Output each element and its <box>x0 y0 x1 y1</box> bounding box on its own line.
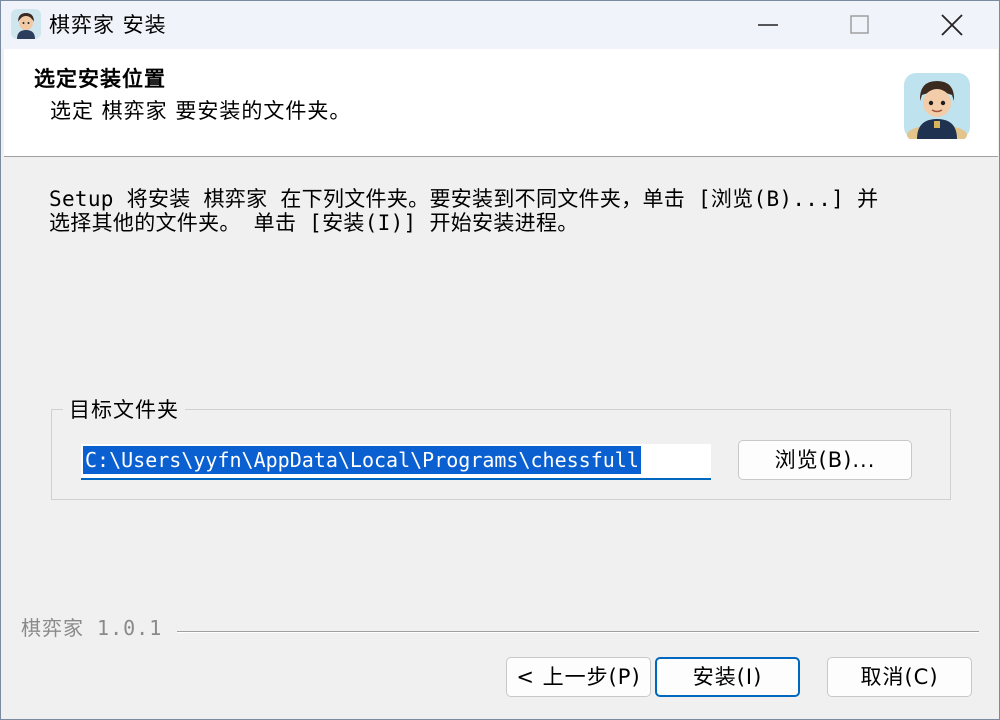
close-icon <box>941 14 963 36</box>
title-bar[interactable]: 棋弈家 安装 <box>1 1 999 49</box>
maximize-button[interactable] <box>813 1 907 49</box>
window-title: 棋弈家 安装 <box>49 13 167 37</box>
version-label: 棋弈家 1.0.1 <box>21 616 163 640</box>
instruction-text: Setup 将安装 棋弈家 在下列文件夹。要安装到不同文件夹，单击 [浏览(B)… <box>49 187 959 235</box>
destination-folder-label: 目标文件夹 <box>63 396 185 424</box>
footer-divider <box>177 631 979 633</box>
install-path-input[interactable]: C:\Users\yyfn\AppData\Local\Programs\che… <box>81 444 711 480</box>
browse-button[interactable]: 浏览(B)... <box>738 440 912 480</box>
page-subtitle: 选定 棋弈家 要安装的文件夹。 <box>50 99 352 123</box>
install-button[interactable]: 安装(I) <box>655 657 800 697</box>
close-button[interactable] <box>905 1 999 49</box>
header-panel: 选定安装位置 选定 棋弈家 要安装的文件夹。 <box>4 49 998 157</box>
instruction-line-2: 选择其他的文件夹。 单击 [安装(I)] 开始安装进程。 <box>49 211 579 235</box>
back-button[interactable]: < 上一步(P) <box>506 657 651 697</box>
install-path-value: C:\Users\yyfn\AppData\Local\Programs\che… <box>83 446 641 474</box>
app-avatar-icon <box>11 9 41 39</box>
minimize-button[interactable] <box>721 1 815 49</box>
instruction-line-1: Setup 将安装 棋弈家 在下列文件夹。要安装到不同文件夹，单击 [浏览(B)… <box>49 187 879 211</box>
installer-window: 棋弈家 安装 选定安装位置 选定 棋弈家 要安装的文件夹。 Setup 将安装 … <box>0 0 1000 720</box>
cancel-button[interactable]: 取消(C) <box>827 657 972 697</box>
app-avatar-logo <box>904 73 970 139</box>
page-title: 选定安装位置 <box>34 67 166 91</box>
maximize-icon <box>850 15 869 34</box>
minimize-icon <box>758 24 778 26</box>
